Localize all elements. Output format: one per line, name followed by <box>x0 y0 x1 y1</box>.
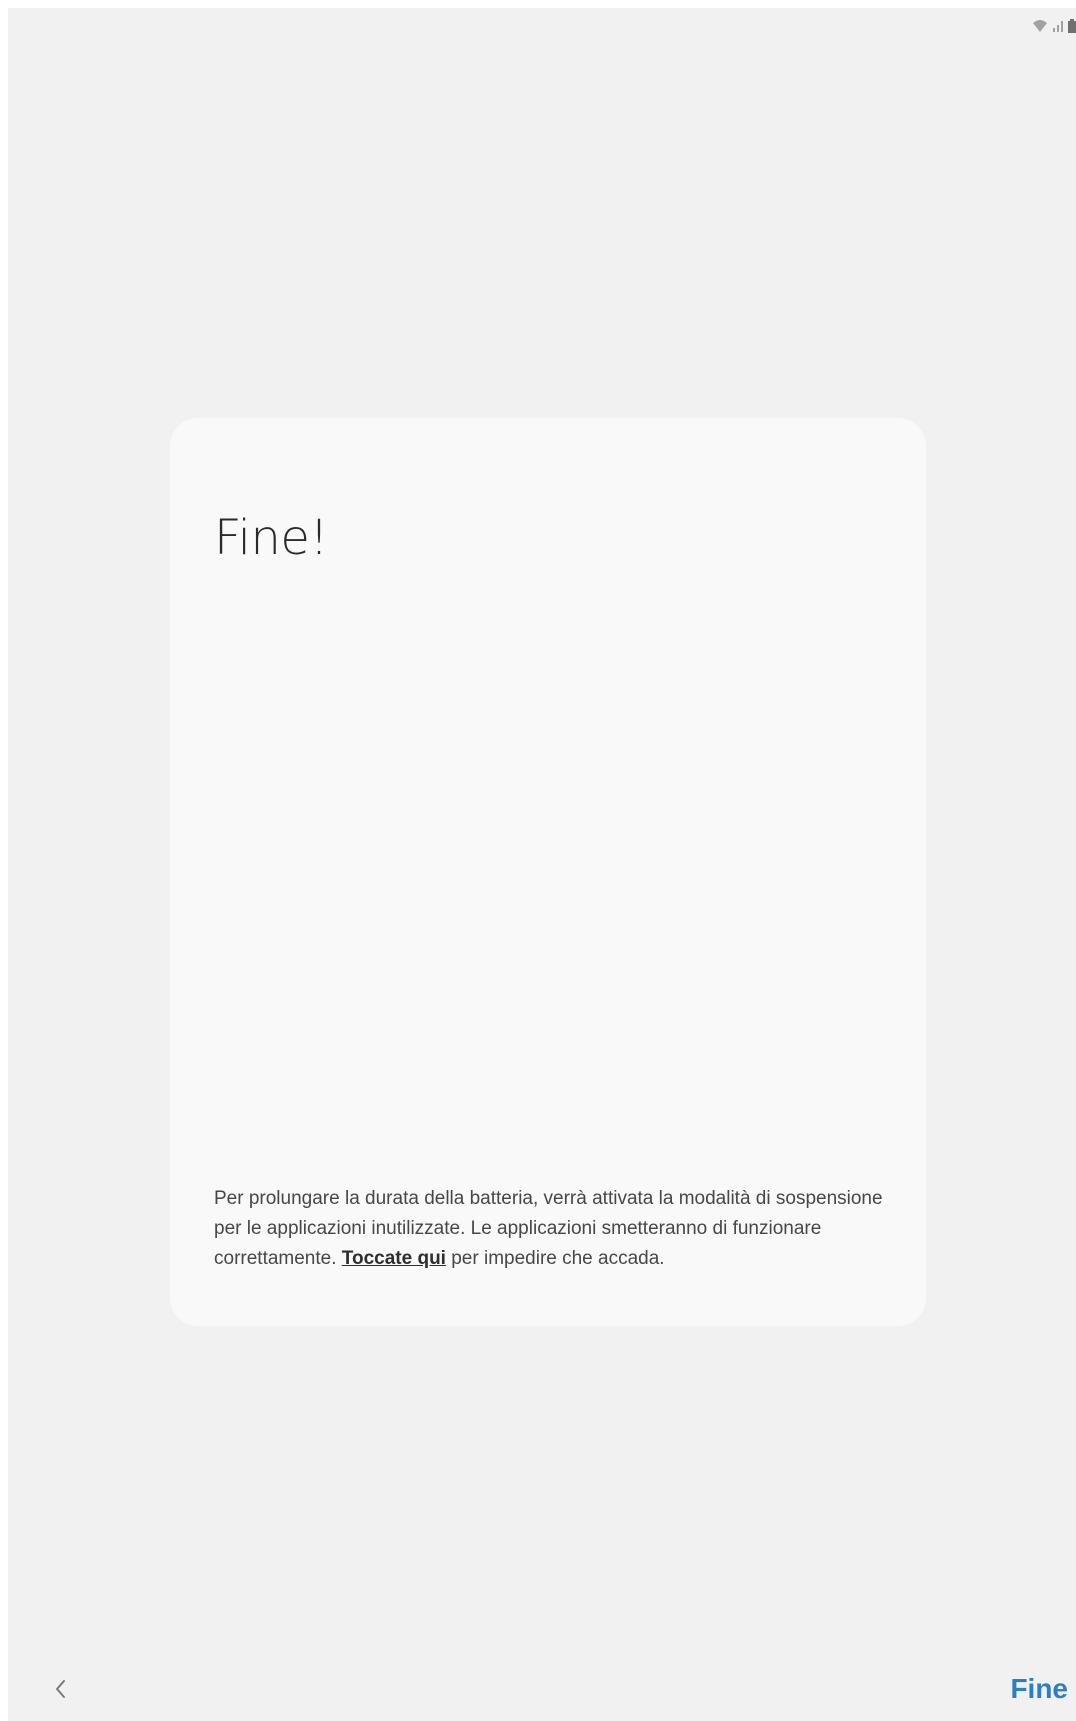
signal-icon <box>1052 19 1064 33</box>
setup-screen: Fine! Per prolungare la durata della bat… <box>8 8 1076 1721</box>
done-button[interactable]: Fine <box>1010 1673 1068 1705</box>
chevron-left-icon <box>56 1680 65 1698</box>
battery-sleep-notice: Per prolungare la durata della batteria,… <box>214 1184 894 1274</box>
notice-text-after-link: per impedire che accada. <box>445 1248 665 1269</box>
page-title: Fine! <box>214 510 329 566</box>
wifi-icon <box>1032 19 1048 33</box>
tap-here-link[interactable]: Toccate qui <box>342 1248 446 1269</box>
status-bar <box>1032 16 1076 36</box>
completion-card: Fine! Per prolungare la durata della bat… <box>170 418 926 1326</box>
back-button[interactable] <box>38 1667 82 1711</box>
battery-icon <box>1068 19 1076 33</box>
